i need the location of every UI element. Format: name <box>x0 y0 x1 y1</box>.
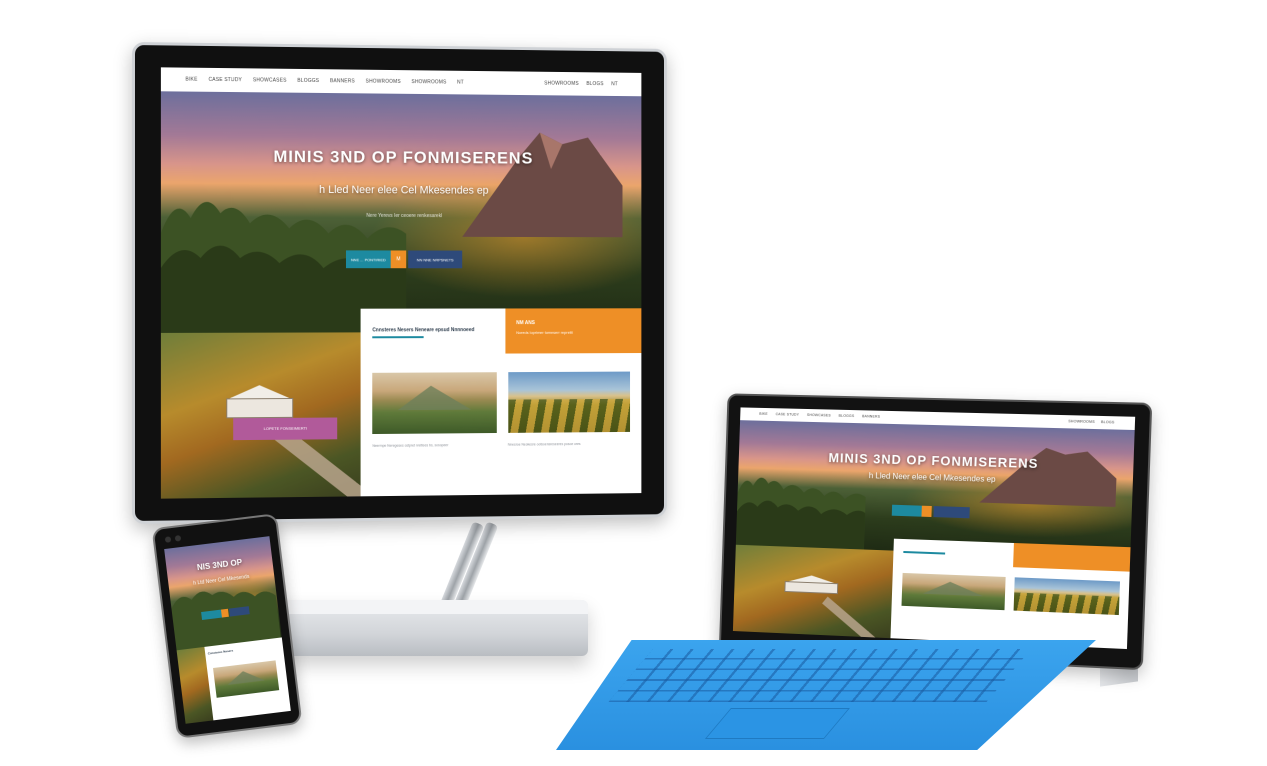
nav-link[interactable]: BIKE <box>186 76 198 82</box>
forest-house-photo: LOPETE FONSEIMERTI <box>161 332 361 499</box>
nav-link[interactable]: SHOWCASES <box>807 413 831 418</box>
monitor-stand-base <box>262 600 588 656</box>
valley-photo[interactable] <box>901 573 1005 610</box>
nav-link[interactable]: SHOWROOMS <box>411 79 446 85</box>
heading-underline <box>372 337 423 339</box>
hero-banner: MINIS 3ND OP FONMISERENS h Lled Neer ele… <box>736 420 1135 560</box>
mountain-illustration <box>462 123 623 237</box>
nav-link[interactable]: NT <box>457 79 464 85</box>
nav-link[interactable]: SHOWROOMS <box>1068 420 1095 425</box>
photo-caption: Neermpe Neregeses ostpret nrettees bs, s… <box>372 443 448 448</box>
nav-link[interactable]: BIKE <box>759 412 768 416</box>
content-heading: Cnnsteres Nesers Neneare epsud Nnnnoeed <box>372 327 474 333</box>
vineyard-photo[interactable] <box>1013 577 1119 615</box>
site-navbar: BIKE CASE STUDY SHOWCASES BLOGGS BANNERS… <box>161 67 641 96</box>
card-title: NM ANS <box>516 320 630 326</box>
nav-link[interactable]: BANNERS <box>330 78 355 84</box>
hero-accent-button[interactable] <box>221 609 229 618</box>
content-section <box>891 538 1131 649</box>
photo-caption: Nnesroe Neokesre ootsoensreseeres posoe … <box>508 442 581 447</box>
keyboard-keys <box>609 649 1031 702</box>
sensor-icon <box>175 535 182 542</box>
device-mockup-scene: BIKE CASE STUDY SHOWCASES BLOGGS BANNERS… <box>0 0 1267 766</box>
content-heading: Cnnsteres Nesers <box>208 648 234 655</box>
vineyard-photo[interactable] <box>508 371 630 433</box>
website: BIKE CASE STUDY SHOWCASES BLOGGS BANNERS… <box>733 407 1135 649</box>
house-icon <box>781 574 842 594</box>
hero-secondary-button[interactable]: NN NNE NRPSNETS <box>408 251 462 269</box>
phone-screen: NIS 3ND OP h Ltd Neer Cel Mkesends Cnnst… <box>164 536 291 724</box>
nav-link[interactable]: BLOGS <box>586 81 603 87</box>
camera-icon <box>165 536 172 543</box>
card-text: Noreds Ioprimer tomeserr reprettt <box>516 329 630 334</box>
hero-subtitle: h Lled Neer elee Cel Mkesendes ep <box>161 183 641 197</box>
valley-photo[interactable] <box>372 372 496 435</box>
nav-link[interactable]: BLOGGS <box>297 78 319 84</box>
nav-link[interactable]: SHOWROOMS <box>366 78 401 84</box>
blue-keyboard-cover <box>556 640 1096 750</box>
nav-link[interactable]: SHOWCASES <box>253 77 287 83</box>
monitor-screen: BIKE CASE STUDY SHOWCASES BLOGGS BANNERS… <box>161 67 641 498</box>
heading-underline <box>903 551 945 555</box>
house-icon <box>221 385 297 419</box>
nav-link[interactable]: BANNERS <box>862 415 880 419</box>
orange-info-card[interactable]: NM ANS Noreds Ioprimer tomeserr reprettt <box>505 308 641 353</box>
hero-primary-button[interactable] <box>892 505 922 517</box>
forest-house-photo <box>733 545 894 638</box>
nav-link[interactable]: CASE STUDY <box>208 77 242 83</box>
valley-photo[interactable] <box>213 661 279 698</box>
website: NIS 3ND OP h Ltd Neer Cel Mkesends Cnnst… <box>164 536 291 724</box>
smartphone: NIS 3ND OP h Ltd Neer Cel Mkesends Cnnst… <box>152 513 303 739</box>
hero-accent-button[interactable]: M <box>391 251 407 269</box>
hero-title: MINIS 3ND OP FONMISERENS <box>161 147 641 170</box>
content-section: Cnnsteres Nesers Neneare epsud Nnnnoeed … <box>361 308 641 496</box>
desktop-monitor: BIKE CASE STUDY SHOWCASES BLOGGS BANNERS… <box>132 42 684 524</box>
tablet-screen: BIKE CASE STUDY SHOWCASES BLOGGS BANNERS… <box>733 407 1135 649</box>
hero-banner: NIS 3ND OP h Ltd Neer Cel Mkesends <box>164 536 282 650</box>
tablet-device: BIKE CASE STUDY SHOWCASES BLOGGS BANNERS… <box>718 398 1144 660</box>
hero-accent-button[interactable] <box>921 506 931 517</box>
hero-primary-button[interactable]: NNE ... PONTIRIED <box>346 251 391 269</box>
nav-link[interactable]: NT <box>611 81 618 87</box>
hero-banner: MINIS 3ND OP FONMISERENS h Lled Neer ele… <box>161 91 641 333</box>
hero-secondary-button[interactable] <box>933 506 969 518</box>
nav-link[interactable]: BLOGGS <box>839 414 855 418</box>
website: BIKE CASE STUDY SHOWCASES BLOGGS BANNERS… <box>161 67 641 498</box>
nav-link[interactable]: CASE STUDY <box>775 412 799 417</box>
orange-info-card[interactable] <box>1013 543 1131 572</box>
nav-link[interactable]: BLOGS <box>1101 420 1115 424</box>
content-section: Cnnsteres Nesers <box>204 637 291 720</box>
promo-badge[interactable]: LOPETE FONSEIMERTI <box>233 418 337 440</box>
nav-link[interactable]: SHOWROOMS <box>544 80 579 86</box>
